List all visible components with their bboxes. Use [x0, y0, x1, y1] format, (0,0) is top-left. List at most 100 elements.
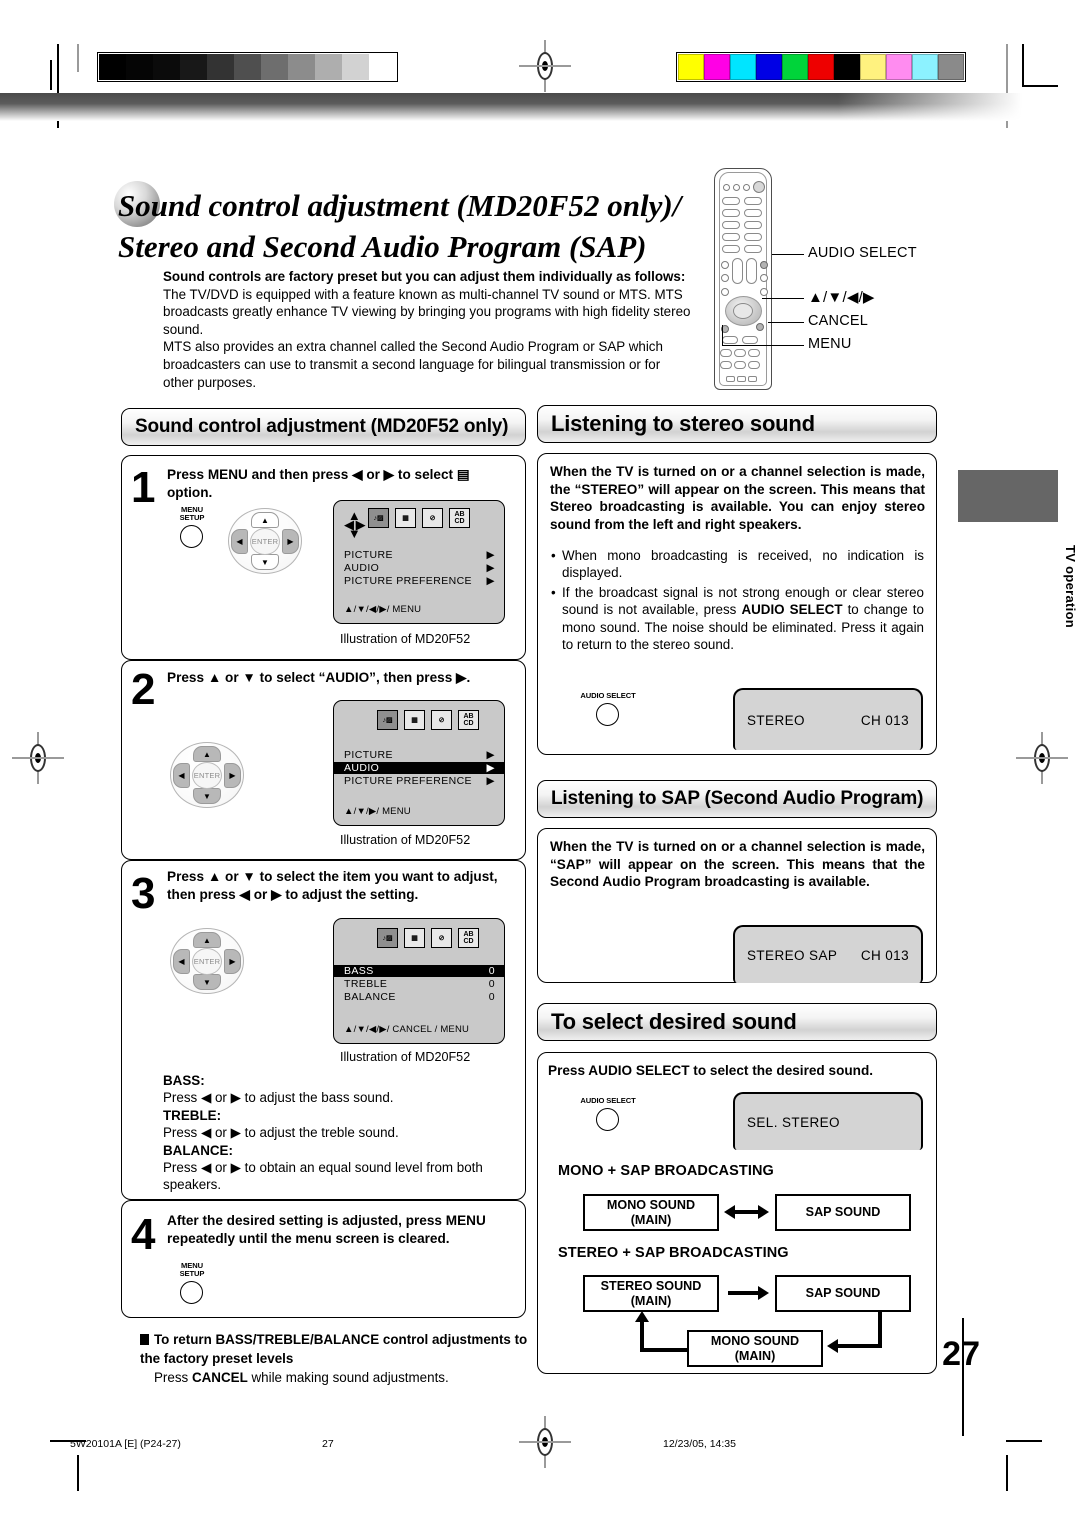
leader-line-cancel — [768, 322, 804, 324]
menu-setup-label-line2: SETUP — [179, 513, 205, 522]
gray-swatch-1 — [126, 54, 153, 80]
dpad-enter-step3: ENTER — [192, 948, 222, 975]
dpad-up-step3: ▲ — [193, 932, 221, 948]
osd-row-value: 0 — [488, 991, 495, 1003]
diagram-2-arrow-left-head — [635, 1311, 649, 1322]
callout-menu: MENU — [808, 336, 852, 352]
leader-line-menu-v — [722, 325, 724, 346]
bullet-square-icon — [140, 1334, 149, 1345]
diagram-1-sap-line1: SAP SOUND — [805, 1205, 881, 1220]
audio-select-button-label: AUDIO SELECT — [580, 691, 636, 700]
osd-row-step3-1: TREBLE 0 — [334, 978, 504, 990]
osd-row-value: ▶ — [486, 762, 495, 774]
color-calibration-strip — [676, 52, 966, 82]
osd-caption-step1: Illustration of MD20F52 — [340, 632, 471, 646]
osd-footer-step3: ▲/▼/◀/▶/ CANCEL / MENU — [344, 1024, 470, 1035]
corner-crop-bottom-right-h — [1006, 1440, 1042, 1442]
factory-preset-note-heading: To return BASS/TREBLE/BALANCE control ad… — [140, 1332, 528, 1366]
osd-row-step1-2: PICTURE PREFERENCE ▶ — [334, 575, 504, 587]
osd-row-value: ▶ — [486, 575, 495, 587]
step-2-number: 2 — [131, 665, 156, 714]
diagram-1-mono-line1: MONO SOUND — [606, 1198, 696, 1212]
callout-arrow-keys: ▲/▼/◀/▶ — [808, 289, 875, 306]
diagram-1-box-sap: SAP SOUND — [775, 1194, 911, 1231]
diagram-2-stereo-line2: (MAIN) — [630, 1293, 672, 1308]
diagram-2-arrow-right-h — [838, 1344, 882, 1348]
corner-crop-bottom-left-h — [50, 1440, 86, 1442]
note-body-bold: CANCEL — [191, 1370, 248, 1385]
stereo-bullet-1: When mono broadcasting is received, no i… — [551, 547, 924, 582]
cancel-button-on-remote — [756, 323, 764, 331]
color-swatch-4 — [782, 54, 808, 80]
diagram-2-mono-line2: (MAIN) — [734, 1348, 776, 1363]
osd-row-label: PICTURE — [344, 549, 393, 561]
intro-text: Sound controls are factory preset but yo… — [163, 268, 693, 391]
osd-row-value: ▶ — [486, 775, 495, 787]
tv-display-stereo-left: STEREO — [747, 712, 805, 728]
callout-cancel: CANCEL — [808, 313, 869, 329]
print-calibration-band — [0, 0, 1080, 128]
sap-lead-text: When the TV is turned on or a channel se… — [550, 839, 925, 890]
osd-row-label: AUDIO — [344, 762, 380, 774]
step-4-number: 4 — [131, 1210, 156, 1259]
dpad-up-step1: ▲ — [251, 512, 279, 528]
dpad-enter-step1: ENTER — [250, 528, 280, 555]
stereo-bullet-2: If the broadcast signal is not strong en… — [551, 584, 924, 654]
side-tab-label: TV operation — [1063, 545, 1078, 629]
registration-target-bottom — [519, 1416, 571, 1468]
diagram-1-arrow-right — [758, 1205, 769, 1219]
remote-control-illustration — [706, 168, 780, 390]
corner-crop-bottom-right-v — [1006, 1455, 1008, 1491]
caption-icon: AB CD — [458, 710, 479, 730]
dpad-graphic-step2: ▲ ▼ ◀ ▶ ENTER — [170, 742, 244, 808]
gray-swatch-0 — [99, 54, 126, 80]
footer-timestamp: 12/23/05, 14:35 — [663, 1438, 736, 1450]
osd-row-label: PICTURE PREFERENCE — [344, 575, 472, 587]
diagram-1-mono-line2: (MAIN) — [630, 1212, 672, 1227]
stereo-lead-text: When the TV is turned on or a channel se… — [550, 464, 925, 532]
osd-caption-step3: Illustration of MD20F52 — [340, 1050, 471, 1064]
select-sound-lead: Press AUDIO SELECT to select the desired… — [548, 1063, 874, 1078]
heading-listening-to-sap: Listening to SAP (Second Audio Program) — [537, 780, 937, 818]
stereo-bullets: When mono broadcasting is received, no i… — [551, 547, 924, 655]
dpad-down-step3: ▼ — [193, 974, 221, 990]
intro-lead: Sound controls are factory preset but yo… — [163, 269, 686, 284]
footer-page-number: 27 — [322, 1438, 334, 1450]
intro-paragraph-1: The TV/DVD is equipped with a feature kn… — [163, 286, 691, 337]
page-title: Sound control adjustment (MD20F52 only)/… — [114, 181, 718, 267]
page-edge-shadow-fade — [0, 93, 1022, 121]
tv-display-sel-stereo: SEL. STEREO — [733, 1092, 923, 1150]
color-swatch-0 — [678, 54, 704, 80]
tv-display-sap-right: CH 013 — [860, 947, 909, 963]
diagram-1-title: MONO + SAP BROADCASTING — [558, 1163, 774, 1179]
osd-row-value: 0 — [488, 965, 495, 977]
diagram-1-arrow-left — [724, 1205, 735, 1219]
intro-paragraph-2: MTS also provides an extra channel calle… — [163, 339, 663, 390]
gray-swatch-3 — [180, 54, 207, 80]
footer-document-code: 5W20101A [E] (P24-27) — [70, 1438, 181, 1450]
osd-row-value: ▶ — [486, 562, 495, 574]
step-1-text: Press MENU and then press ◀ or ▶ to sele… — [167, 467, 470, 500]
osd-screen-step3: ♪▨ ▦ ⊘ AB CD BASS 0 TREBLE 0 BALANCE 0 ▲/… — [333, 918, 505, 1044]
menu-setup-label-line2: SETUP — [179, 1269, 205, 1278]
gray-swatch-4 — [207, 54, 234, 80]
dpad-graphic-step1: ▲ ▼ ◀ ▶ ENTER — [228, 508, 302, 574]
dpad-left-step3: ◀ — [173, 949, 190, 974]
lock-icon: ⊘ — [431, 710, 452, 730]
definition-term-treble: TREBLE: — [163, 1107, 222, 1123]
diagram-2-arrow-top-line — [728, 1291, 762, 1295]
crop-mark-left-inner — [77, 44, 79, 72]
dpad-right-step2: ▶ — [224, 763, 241, 788]
osd-row-step2-1-selected: AUDIO ▶ — [334, 762, 504, 774]
diagram-2-sap-line1: SAP SOUND — [805, 1286, 881, 1301]
side-tab-block — [958, 470, 1058, 522]
step-1-number: 1 — [131, 463, 156, 512]
dpad-up-step2: ▲ — [193, 746, 221, 762]
osd-row-label: TREBLE — [344, 978, 388, 990]
grayscale-calibration-strip — [97, 52, 398, 82]
osd-icon-row-step2: ♪▨ ▦ ⊘ AB CD — [377, 710, 479, 730]
heading-sound-control-adjustment: Sound control adjustment (MD20F52 only) — [121, 408, 526, 446]
leader-line-arrows — [762, 298, 804, 300]
diagram-2-box-mono: MONO SOUND (MAIN) — [687, 1330, 823, 1367]
dpad-graphic-step3: ▲ ▼ ◀ ▶ ENTER — [170, 928, 244, 994]
